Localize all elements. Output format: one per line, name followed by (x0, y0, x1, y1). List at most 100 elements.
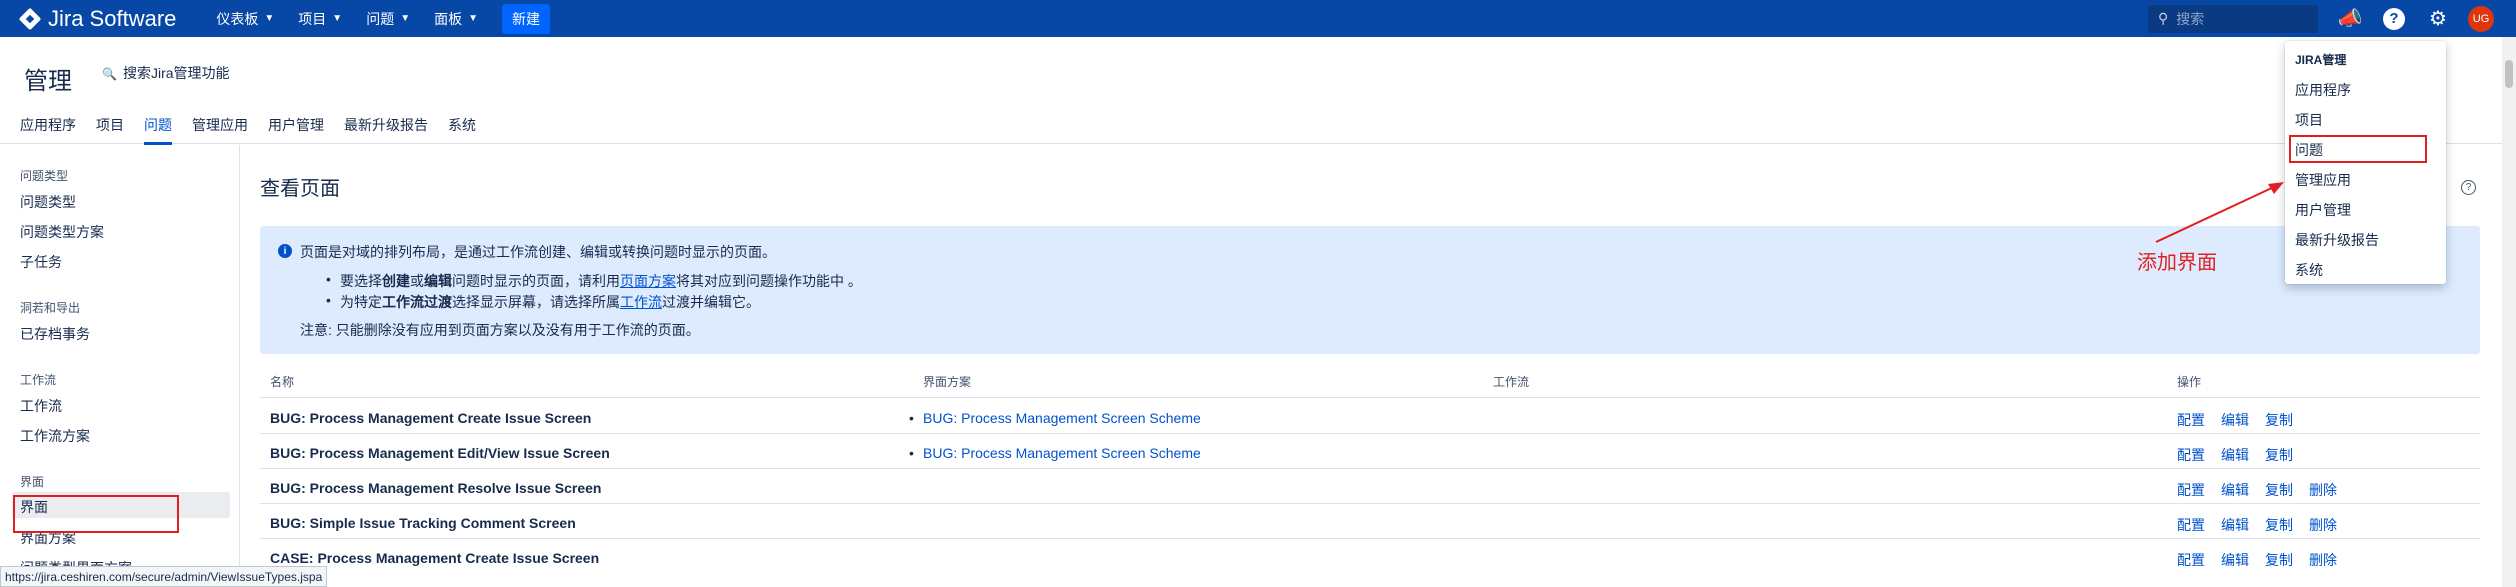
scrollbar-track[interactable] (2502, 37, 2516, 587)
copy-link[interactable]: 复制 (2265, 480, 2293, 500)
admin-header: 管理 🔍 搜索Jira管理功能 应用程序 项目 问题 管理应用 用户管理 最新升级… (0, 37, 2516, 145)
search-icon: ⚲ (2158, 10, 2169, 26)
delete-link[interactable]: 删除 (2309, 515, 2337, 535)
screen-name: BUG: Process Management Resolve Issue Sc… (270, 480, 602, 496)
nav-menu-projects[interactable]: 项目 ▼ (298, 4, 342, 34)
copy-link[interactable]: 复制 (2265, 550, 2293, 570)
info-text: 问题时显示的页面，请利用 (452, 273, 620, 289)
dropdown-item-applications[interactable]: 应用程序 (2295, 80, 2351, 100)
sidebar-item-workflow-schemes[interactable]: 工作流方案 (20, 426, 90, 446)
admin-search-link[interactable]: 🔍 搜索Jira管理功能 (102, 63, 230, 83)
search-input[interactable]: ⚲ 搜索 (2148, 4, 2318, 33)
configure-link[interactable]: 配置 (2177, 515, 2205, 535)
info-text: 将其对应到问题操作功能中 。 (676, 273, 862, 289)
nav-menu-label: 仪表板 (216, 10, 259, 27)
dropdown-item-manage-apps[interactable]: 管理应用 (2295, 170, 2351, 190)
edit-link[interactable]: 编辑 (2221, 445, 2249, 465)
info-note: 注意: 只能删除没有应用到页面方案以及没有用于工作流的页面。 (300, 322, 700, 338)
dropdown-item-user-management[interactable]: 用户管理 (2295, 200, 2351, 220)
copy-link[interactable]: 复制 (2265, 445, 2293, 465)
search-icon: 🔍 (102, 67, 117, 81)
screen-scheme-link[interactable]: BUG: Process Management Screen Scheme (909, 410, 1201, 426)
nav-menu-dashboards[interactable]: 仪表板 ▼ (216, 4, 274, 34)
edit-link[interactable]: 编辑 (2221, 515, 2249, 535)
chevron-down-icon: ▼ (468, 13, 479, 24)
sidebar-heading-import-export: 洞若和导出 (20, 301, 81, 315)
delete-link[interactable]: 删除 (2309, 480, 2337, 500)
top-nav-bar: Jira Software 仪表板 ▼ 项目 ▼ 问题 ▼ 面板 ▼ 新建 ⚲ 搜索 📣… (0, 0, 2516, 37)
info-text: 选择显示屏幕，请选择所属 (452, 294, 620, 310)
annotation-text: 添加界面 (2137, 252, 2217, 274)
search-placeholder: 搜索 (2176, 10, 2205, 27)
table-divider (260, 397, 2480, 398)
configure-link[interactable]: 配置 (2177, 445, 2205, 465)
sidebar-item-workflows[interactable]: 工作流 (20, 396, 62, 416)
sidebar-item-issue-type-schemes[interactable]: 问题类型方案 (20, 222, 104, 242)
chevron-down-icon: ▼ (264, 13, 275, 24)
highlight-box-issues (2289, 135, 2427, 163)
sidebar-item-subtasks[interactable]: 子任务 (20, 252, 62, 272)
admin-search-label: 搜索Jira管理功能 (122, 65, 230, 81)
tab-projects[interactable]: 项目 (96, 115, 124, 145)
info-bold: 创建 (382, 273, 410, 289)
status-bar-url: https://jira.ceshiren.com/secure/admin/V… (0, 566, 328, 587)
screen-name: CASE: Process Management Create Issue Sc… (270, 550, 600, 566)
dropdown-item-system[interactable]: 系统 (2295, 260, 2323, 280)
col-header-name: 名称 (270, 375, 295, 389)
avatar[interactable]: UG (2468, 5, 2494, 32)
notifications-icon[interactable]: 📣 (2336, 5, 2364, 33)
dropdown-item-projects[interactable]: 项目 (2295, 110, 2323, 130)
info-text: 过渡并编辑它。 (662, 294, 760, 310)
help-icon[interactable]: ? (2461, 180, 2476, 195)
screen-schemes-link[interactable]: 页面方案 (620, 273, 676, 289)
delete-link[interactable]: 删除 (2309, 550, 2337, 570)
sidebar-item-issue-types[interactable]: 问题类型 (20, 192, 76, 212)
col-header-ops: 操作 (2177, 375, 2202, 389)
dropdown-item-upgrade-report[interactable]: 最新升级报告 (2295, 230, 2379, 250)
brand-name: Jira Software (48, 5, 177, 31)
screen-name: BUG: Simple Issue Tracking Comment Scree… (270, 515, 576, 531)
tab-user-management[interactable]: 用户管理 (268, 115, 324, 145)
configure-link[interactable]: 配置 (2177, 410, 2205, 430)
row-divider (260, 503, 2480, 504)
info-bold: 编辑 (424, 273, 452, 289)
gear-icon[interactable]: ⚙ (2424, 5, 2452, 33)
nav-menu-issues[interactable]: 问题 ▼ (366, 4, 410, 34)
copy-link[interactable]: 复制 (2265, 515, 2293, 535)
jira-logo[interactable]: Jira Software (18, 0, 177, 37)
edit-link[interactable]: 编辑 (2221, 410, 2249, 430)
edit-link[interactable]: 编辑 (2221, 480, 2249, 500)
info-text: 或 (410, 273, 424, 289)
edit-link[interactable]: 编辑 (2221, 550, 2249, 570)
tab-issues[interactable]: 问题 (144, 115, 172, 145)
nav-menu-label: 问题 (366, 10, 395, 27)
scrollbar-thumb[interactable] (2505, 60, 2513, 88)
nav-menu-label: 项目 (298, 10, 327, 27)
col-header-workflow: 工作流 (1493, 375, 1530, 389)
info-icon: i (278, 244, 292, 258)
sidebar-heading-workflows: 工作流 (20, 373, 57, 387)
screen-scheme-link[interactable]: BUG: Process Management Screen Scheme (909, 445, 1201, 461)
nav-menu-boards[interactable]: 面板 ▼ (434, 4, 478, 34)
tab-applications[interactable]: 应用程序 (20, 115, 76, 145)
page-title: 管理 (24, 68, 72, 95)
tab-upgrade-report[interactable]: 最新升级报告 (344, 115, 428, 145)
info-bullet-2: 为特定工作流过渡选择显示屏幕，请选择所属工作流过渡并编辑它。 (326, 292, 760, 312)
admin-tabs: 应用程序 项目 问题 管理应用 用户管理 最新升级报告 系统 (20, 115, 496, 145)
row-divider (260, 468, 2480, 469)
tab-manage-apps[interactable]: 管理应用 (192, 115, 248, 145)
configure-link[interactable]: 配置 (2177, 550, 2205, 570)
nav-right: ⚲ 搜索 📣 ? ⚙ UG (2148, 0, 2516, 37)
tab-system[interactable]: 系统 (448, 115, 476, 145)
dropdown-heading: JIRA管理 (2295, 53, 2347, 67)
help-icon[interactable]: ? (2380, 5, 2408, 33)
configure-link[interactable]: 配置 (2177, 480, 2205, 500)
row-divider (260, 433, 2480, 434)
copy-link[interactable]: 复制 (2265, 410, 2293, 430)
screen-name: BUG: Process Management Create Issue Scr… (270, 410, 592, 426)
main-title: 查看页面 (260, 178, 340, 200)
workflows-link[interactable]: 工作流 (620, 294, 662, 310)
create-button[interactable]: 新建 (502, 3, 551, 34)
info-intro: 页面是对域的排列布局，是通过工作流创建、编辑或转换问题时显示的页面。 (300, 244, 776, 260)
sidebar-item-archived[interactable]: 已存档事务 (20, 324, 90, 344)
